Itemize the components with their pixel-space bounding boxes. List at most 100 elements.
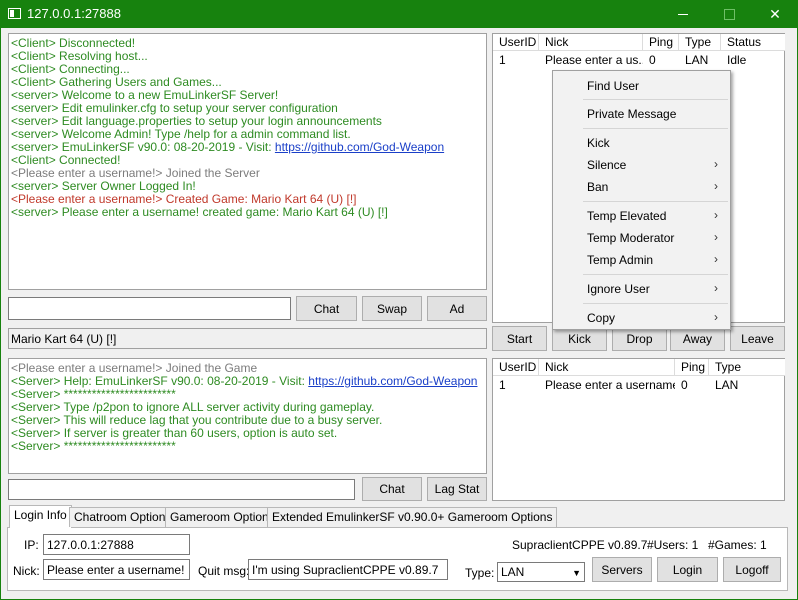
users-header-status[interactable]: Status [721,34,785,51]
quit-msg-input[interactable]: I'm using SupraclientCPPE v0.89.7 [248,559,448,580]
chat-line-text: <Server> ************************ [11,387,176,401]
ip-label: IP: [24,538,39,552]
minimize-icon[interactable] [660,0,706,28]
chat-line-text: <server> Please enter a username! create… [11,205,388,219]
users-cell-type: LAN [685,53,709,67]
nick-input[interactable]: Please enter a username! [43,559,190,580]
users-count: #Users: 1 [647,538,699,552]
game-chat-log[interactable]: <Please enter a username!> Joined the Ga… [8,358,487,474]
chat-line-text: <server> EmuLinkerSF v90.0: 08-20-2019 -… [11,140,275,154]
chat-line-text: <Client> Connected! [11,153,121,167]
chat-line-text: <server> Welcome Admin! Type /help for a… [11,127,351,141]
menu-item-private-message[interactable]: Private Message [553,103,730,125]
leave-button[interactable]: Leave [730,326,785,351]
menu-item-temp-moderator[interactable]: Temp Moderator › [553,227,730,249]
game-users-cell-type: LAN [715,378,739,392]
type-select[interactable]: LAN ▼ [497,562,585,582]
menu-separator [583,274,728,275]
menu-item-find-user[interactable]: Find User [553,75,730,97]
menu-separator [583,201,728,202]
chat-line-text: <Client> Connecting... [11,62,130,76]
close-icon[interactable]: ✕ [752,0,798,28]
tab-gameroom-options[interactable]: Gameroom Options [165,507,280,527]
nick-label: Nick: [13,564,40,578]
game-users-cell-nick: Please enter a username! [545,378,675,392]
users-header-nick[interactable]: Nick [539,34,643,51]
users-cell-ping: 0 [649,53,656,67]
game-users-header-nick[interactable]: Nick [539,359,675,376]
chat-line: <Server> ************************ [11,440,484,453]
game-users-cell-userid: 1 [499,378,506,392]
menu-item-temp-elevated[interactable]: Temp Elevated › [553,205,730,227]
swap-button[interactable]: Swap [362,296,422,321]
menu-item-kick[interactable]: Kick [553,132,730,154]
menu-item-label: Kick [587,136,610,150]
chat-line-text: <Server> ************************ [11,439,176,453]
chat-line-text: <server> Welcome to a new EmuLinkerSF Se… [11,88,279,102]
login-button[interactable]: Login [657,557,718,582]
user-context-menu[interactable]: Find User Private Message Kick Silence › Ban ›… [552,70,731,330]
chat-line-text: <Please enter a username!> Created Game:… [11,192,357,206]
chevron-right-icon: › [714,252,718,266]
menu-separator [583,303,728,304]
menu-item-label: Ban [587,180,609,194]
chat-line-text: <Server> Type /p2pon to ignore ALL serve… [11,400,375,414]
game-users-header-type[interactable]: Type [709,359,785,376]
window-title: 127.0.0.1:27888 [27,6,121,21]
server-chat-log[interactable]: <Client> Disconnected! <Client> Resolving… [8,33,487,290]
menu-item-ignore-user[interactable]: Ignore User › [553,278,730,300]
users-cell-nick: Please enter a us... [545,53,643,67]
menu-item-label: Temp Moderator [587,231,675,245]
chat-line-text: <server> Edit language.properties to set… [11,114,382,128]
quit-msg-label: Quit msg: [198,564,250,578]
start-button[interactable]: Start [492,326,547,351]
ad-button[interactable]: Ad [427,296,487,321]
servers-button[interactable]: Servers [592,557,652,582]
logoff-button[interactable]: Logoff [723,557,781,582]
menu-item-label: Temp Elevated [587,209,667,223]
game-users-header-ping[interactable]: Ping [675,359,709,376]
chat-link[interactable]: https://github.com/God-Weapon [275,140,444,154]
menu-item-silence[interactable]: Silence › [553,154,730,176]
chevron-right-icon: › [714,281,718,295]
maximize-icon[interactable] [706,0,752,28]
chevron-down-icon: ▼ [572,568,581,578]
game-users-header-userid[interactable]: UserID [493,359,539,376]
games-count: #Games: 1 [708,538,767,552]
chat-line-text: <Please enter a username!> Joined the Ga… [11,361,258,375]
game-chat-button[interactable]: Chat [362,477,422,501]
menu-item-ban[interactable]: Ban › [553,176,730,198]
chat-line-text: <server> Edit emulinker.cfg to setup you… [11,101,338,115]
menu-separator [583,128,728,129]
users-header-userid[interactable]: UserID [493,34,539,51]
menu-item-temp-admin[interactable]: Temp Admin › [553,249,730,271]
users-header-type[interactable]: Type [679,34,721,51]
chevron-right-icon: › [714,208,718,222]
chat-line-text: <server> Server Owner Logged In! [11,179,196,193]
tab-extended-gameroom-options[interactable]: Extended EmulinkerSF v0.90.0+ Gameroom O… [267,507,558,527]
ip-input[interactable]: 127.0.0.1:27888 [43,534,190,555]
game-name: Mario Kart 64 (U) [!] [11,332,117,346]
game-chat-input[interactable] [8,479,355,500]
chevron-right-icon: › [714,157,718,171]
chat-line-text: <Client> Disconnected! [11,36,136,50]
lag-stat-button[interactable]: Lag Stat [427,477,487,501]
game-users-table[interactable]: UserID Nick Ping Type 1 Please enter a u… [492,358,785,501]
chat-button[interactable]: Chat [296,296,357,321]
chevron-right-icon: › [714,179,718,193]
menu-item-label: Copy [587,311,616,325]
title-bar[interactable]: 127.0.0.1:27888 ✕ [0,0,798,28]
chevron-right-icon: › [714,310,718,324]
type-label: Type: [465,566,495,580]
tab-login-info[interactable]: Login Info [9,505,72,528]
menu-separator [583,99,728,100]
chat-line-text: <Server> If server is greater than 60 us… [11,426,338,440]
menu-item-copy[interactable]: Copy › [553,307,730,329]
users-cell-userid: 1 [499,53,506,67]
chat-line: <server> Please enter a username! create… [11,206,484,219]
users-header-ping[interactable]: Ping [643,34,679,51]
chat-line-text: <Server> Help: EmuLinkerSF v90.0: 08-20-… [11,374,309,388]
tab-chatroom-options[interactable]: Chatroom Options [69,507,177,527]
server-chat-input[interactable] [8,297,291,320]
chat-link[interactable]: https://github.com/God-Weapon [308,374,477,388]
